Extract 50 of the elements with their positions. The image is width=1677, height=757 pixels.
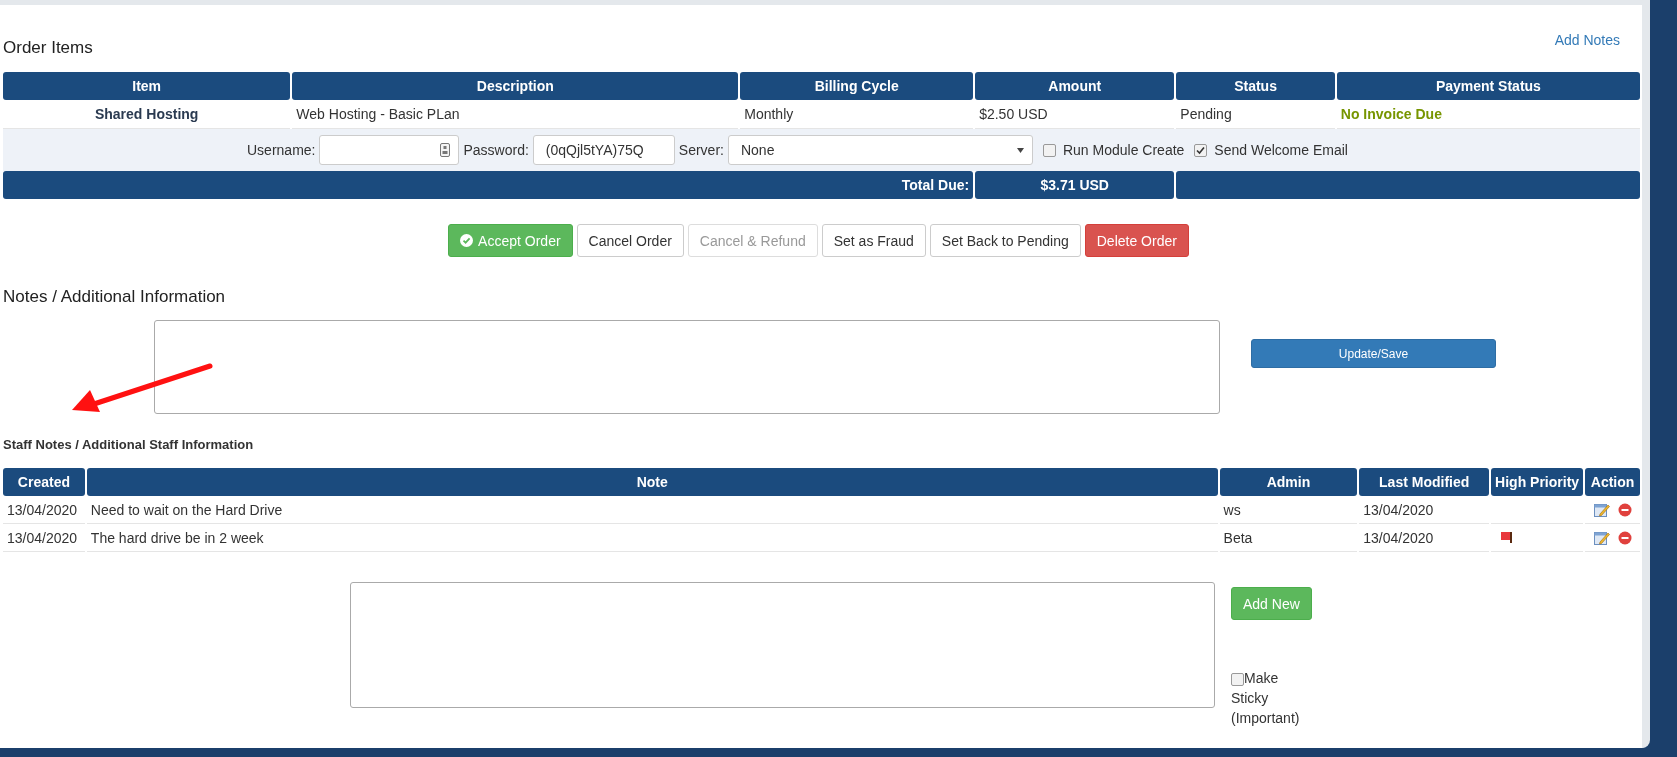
- field-label: Password:: [463, 142, 529, 158]
- field-label: Server:: [678, 142, 724, 158]
- username-field[interactable]: [319, 135, 460, 165]
- remove-icon[interactable]: [1618, 503, 1632, 518]
- column-header: Status: [1176, 72, 1335, 100]
- column-header: Note: [86, 468, 1218, 496]
- table-cell: Beta: [1219, 524, 1358, 552]
- remove-icon[interactable]: [1618, 531, 1632, 546]
- table-cell: ws: [1219, 496, 1358, 524]
- action-button[interactable]: Delete Order: [1084, 224, 1189, 257]
- checkbox[interactable]: [1042, 143, 1056, 157]
- action-button[interactable]: Set Back to Pending: [929, 224, 1081, 257]
- checkbox-label: Run Module Create: [1062, 142, 1185, 158]
- checkbox[interactable]: [1194, 143, 1208, 157]
- table-cell: 13/04/2020: [1359, 496, 1490, 524]
- column-header: High Priority: [1491, 468, 1584, 496]
- add-notes-link[interactable]: Add Notes: [1554, 32, 1620, 72]
- action-button[interactable]: Set as Fraud: [821, 224, 926, 257]
- column-header: Item: [3, 72, 291, 100]
- column-header: Billing Cycle: [740, 72, 974, 100]
- action-button[interactable]: Cancel Order: [576, 224, 684, 257]
- server-select[interactable]: None: [727, 135, 1033, 165]
- password-field[interactable]: (0qQjl5tYA)75Q: [532, 135, 675, 165]
- section-title: Staff Notes / Additional Staff Information: [3, 437, 255, 452]
- checkbox-label: Send Welcome Email: [1214, 142, 1348, 158]
- column-header: Description: [292, 72, 739, 100]
- column-header: Payment Status: [1336, 72, 1640, 100]
- table-cell: Need to wait on the Hard Drive: [86, 496, 1218, 524]
- column-header: Last Modified: [1359, 468, 1490, 496]
- key-icon: [440, 143, 451, 157]
- section-title: Order Items: [3, 38, 93, 59]
- update-save-button[interactable]: Update/Save: [1251, 339, 1496, 368]
- sticky-checkbox[interactable]: Make Sticky (Important): [1231, 668, 1309, 728]
- column-header: Action: [1585, 468, 1640, 496]
- table-cell: 13/04/2020: [3, 496, 85, 524]
- notes-textarea[interactable]: [154, 320, 1220, 414]
- column-header: Created: [3, 468, 85, 496]
- table-cell: The hard drive be in 2 week: [86, 524, 1218, 552]
- column-header: Admin: [1219, 468, 1358, 496]
- total-label: Total Due:: [3, 171, 974, 199]
- table-cell: 13/04/2020: [3, 524, 85, 552]
- caret-icon: [1016, 147, 1024, 153]
- check-circle-icon: [460, 234, 474, 247]
- total-value: $3.71 USD: [975, 171, 1175, 199]
- field-label: Username:: [247, 142, 316, 158]
- table-cell: 13/04/2020: [1359, 524, 1490, 552]
- section-title: Notes / Additional Information: [3, 287, 227, 307]
- column-header: Amount: [975, 72, 1175, 100]
- edit-icon[interactable]: [1594, 502, 1611, 519]
- edit-icon[interactable]: [1594, 530, 1611, 547]
